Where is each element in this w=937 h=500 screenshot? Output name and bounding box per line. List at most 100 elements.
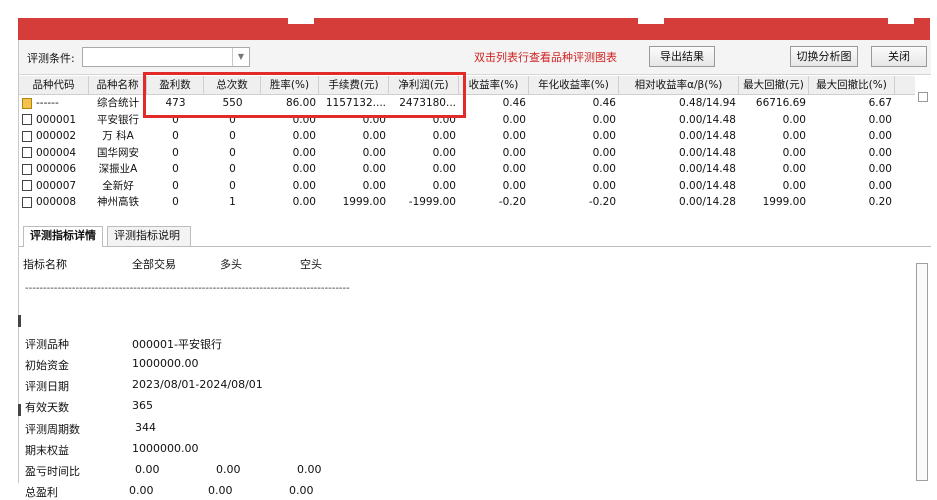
chevron-down-icon[interactable]: ▼ [232, 48, 249, 66]
cell-annual-return: -0.20 [588, 196, 616, 208]
header-all-trades: 全部交易 [132, 258, 176, 271]
cell-max-drawdown: 0.00 [782, 163, 806, 175]
grid-scrollbar[interactable] [918, 92, 928, 102]
cell-name: 平安银行 [97, 113, 139, 126]
column-header-max-drawdown[interactable]: 最大回撤(元) [739, 76, 809, 94]
metric-value: 0.00 [135, 463, 160, 476]
checkbox-icon[interactable] [22, 180, 32, 192]
cell-max-drawdown: 0.00 [782, 130, 806, 142]
header-metric-name: 指标名称 [23, 258, 67, 271]
folder-icon [22, 97, 32, 109]
cell-name: 全新好 [102, 179, 134, 192]
cell-fee: 1999.00 [342, 196, 386, 208]
checkbox-icon[interactable] [22, 196, 32, 208]
result-grid[interactable]: ------ 综合统计 473 550 86.00 1157132.... 24… [19, 95, 915, 215]
table-row[interactable]: 000004 国华网安 0 0 0.00 0.00 0.00 0.00 0.00… [19, 145, 915, 162]
cell-return: 0.00 [502, 130, 526, 142]
column-header-total-count[interactable]: 总次数 [204, 76, 261, 94]
condition-select[interactable]: ▼ [82, 47, 250, 67]
table-row[interactable]: 000008 神州高铁 0 1 0.00 1999.00 -1999.00 -0… [19, 194, 915, 211]
checkbox-icon[interactable] [22, 130, 32, 142]
cell-code: 000008 [36, 196, 77, 208]
cell-code: 000007 [36, 179, 77, 192]
column-header-relative-return[interactable]: 相对收益率α/β(%) [619, 76, 739, 94]
column-header-fee[interactable]: 手续费(元) [319, 76, 389, 94]
cell-net-profit: 0.00 [432, 146, 456, 159]
metric-label: 总盈利 [25, 486, 58, 499]
cell-win-rate: 0.00 [292, 196, 316, 208]
table-row[interactable]: 000001 平安银行 0 0 0.00 0.00 0.00 0.00 0.00… [19, 112, 915, 129]
metric-value: 1000000.00 [132, 442, 199, 455]
cell-fee: 1157132.... [325, 97, 386, 109]
cell-annual-return: 0.00 [592, 113, 616, 126]
cell-fee: 0.00 [362, 179, 386, 192]
cell-return: 0.00 [502, 113, 526, 126]
column-header-return[interactable]: 收益率(%) [459, 76, 529, 94]
column-header-max-drawdown-ratio[interactable]: 最大回撤比(%) [809, 76, 895, 94]
table-row[interactable]: 000006 深振业A 0 0 0.00 0.00 0.00 0.00 0.00… [19, 161, 915, 178]
column-header-win-count[interactable]: 盈利数 [147, 76, 204, 94]
table-row[interactable]: 000002 万 科A 0 0 0.00 0.00 0.00 0.00 0.00… [19, 128, 915, 145]
switch-chart-button[interactable]: 切换分析图 [790, 46, 858, 67]
detail-tabs: 评测指标详情 评测指标说明 [19, 224, 931, 247]
tab-metrics-description[interactable]: 评测指标说明 [107, 226, 191, 246]
cell-relative-return: 0.00/14.48 [679, 130, 736, 142]
cell-return: 0.00 [502, 179, 526, 192]
grid-header: 品种代码 品种名称 盈利数 总次数 胜率(%) 手续费(元) 净利润(元) 收益… [19, 76, 915, 95]
detail-scrollbar[interactable] [916, 263, 928, 481]
checkbox-icon[interactable] [22, 163, 32, 175]
cell-total-count: 0 [229, 113, 236, 126]
cell-net-profit: 0.00 [432, 179, 456, 192]
metric-value: 000001-平安银行 [132, 338, 222, 351]
cell-total-count: 0 [229, 179, 236, 192]
cell-win-count: 0 [172, 146, 179, 159]
cell-relative-return: 0.00/14.48 [679, 179, 736, 192]
column-header-annual-return[interactable]: 年化收益率(%) [529, 76, 619, 94]
column-header-code[interactable]: 品种代码 [19, 76, 89, 94]
cell-name: 国华网安 [97, 146, 139, 159]
checkbox-icon[interactable] [22, 147, 32, 159]
cell-max-drawdown-ratio: 0.00 [868, 179, 892, 192]
cell-win-rate: 0.00 [292, 179, 316, 192]
tab-metrics-detail[interactable]: 评测指标详情 [23, 226, 103, 247]
close-button[interactable]: 关闭 [871, 46, 927, 67]
cell-annual-return: 0.00 [592, 130, 616, 142]
cell-name: 深振业A [98, 163, 138, 175]
table-row[interactable]: 000007 全新好 0 0 0.00 0.00 0.00 0.00 0.00 … [19, 178, 915, 195]
cell-relative-return: 0.00/14.48 [679, 146, 736, 159]
header-short: 空头 [300, 258, 322, 271]
cell-code: 000001 [36, 113, 77, 126]
metric-label: 盈亏时间比 [25, 465, 80, 478]
metric-label: 评测品种 [25, 338, 69, 351]
metrics-detail-panel: 指标名称 全部交易 多头 空头 ------------------------… [19, 247, 899, 499]
cell-relative-return: 0.48/14.94 [679, 97, 736, 109]
cell-win-rate: 0.00 [292, 130, 316, 142]
cell-net-profit: 0.00 [432, 113, 456, 126]
metric-value: 0.00 [297, 463, 322, 476]
cell-win-rate: 86.00 [285, 97, 316, 109]
metric-label: 有效天数 [25, 401, 69, 414]
column-header-net-profit[interactable]: 净利润(元) [389, 76, 459, 94]
header-long: 多头 [220, 258, 242, 271]
cell-total-count: 0 [229, 163, 236, 175]
hint-text: 双击列表行查看品种评测图表 [474, 51, 617, 64]
cell-max-drawdown-ratio: 6.67 [868, 97, 892, 109]
cell-total-count: 0 [229, 146, 236, 159]
cell-relative-return: 0.00/14.48 [679, 113, 736, 126]
toolbar: 评测条件: ▼ 双击列表行查看品种评测图表 导出结果 切换分析图 关闭 [19, 40, 931, 75]
cell-name: 综合统计 [97, 97, 139, 109]
title-bar-gap [288, 18, 314, 24]
cell-relative-return: 0.00/14.28 [679, 196, 736, 208]
export-button[interactable]: 导出结果 [649, 46, 715, 67]
cell-max-drawdown: 66716.69 [755, 97, 806, 109]
table-row[interactable]: ------ 综合统计 473 550 86.00 1157132.... 24… [19, 95, 915, 112]
cell-total-count: 0 [229, 130, 236, 142]
column-header-win-rate[interactable]: 胜率(%) [261, 76, 319, 94]
cell-win-count: 0 [172, 196, 179, 208]
checkbox-icon[interactable] [22, 114, 32, 126]
metric-label: 初始资金 [25, 359, 69, 372]
cell-code: ------ [36, 97, 59, 109]
cell-name: 神州高铁 [97, 196, 139, 208]
cell-fee: 0.00 [362, 146, 386, 159]
column-header-name[interactable]: 品种名称 [89, 76, 147, 94]
